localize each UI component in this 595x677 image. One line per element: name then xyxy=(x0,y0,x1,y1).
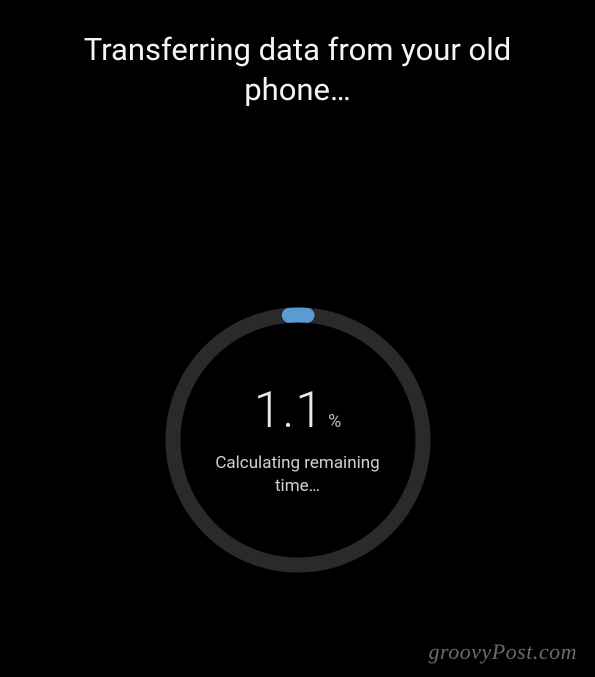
progress-percent-symbol: % xyxy=(328,411,341,432)
progress-status-text: Calculating remaining time… xyxy=(163,452,433,498)
progress-percent-value: 1.1 xyxy=(254,382,324,440)
watermark: groovyPost.com xyxy=(428,639,577,665)
progress-ring: 1.1 % Calculating remaining time… xyxy=(163,305,433,575)
page-title: Transferring data from your old phone… xyxy=(0,0,595,111)
progress-percent: 1.1 % xyxy=(254,382,342,440)
progress-content: 1.1 % Calculating remaining time… xyxy=(163,305,433,575)
